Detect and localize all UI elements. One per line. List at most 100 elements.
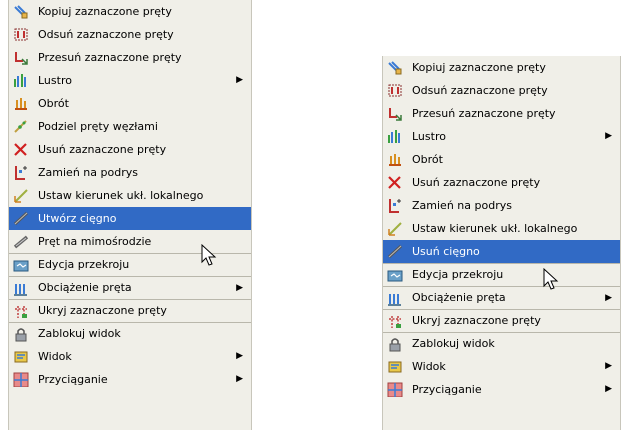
menu-item-zablokuj-widok[interactable]: Zablokuj widok xyxy=(9,322,251,345)
menu-item-lustro[interactable]: Lustro ▶ xyxy=(383,125,620,148)
local-axis-icon xyxy=(13,188,29,203)
submenu-arrow-icon: ▶ xyxy=(236,374,243,384)
divide-bars-icon xyxy=(13,119,29,134)
menu-item-obciążenie-pręta[interactable]: Obciążenie pręta ▶ xyxy=(383,286,620,309)
menu-item-ukryj-zaznaczone-pręty[interactable]: Ukryj zaznaczone pręty xyxy=(9,299,251,322)
snap-icon xyxy=(13,372,29,387)
menu-item-usuń-zaznaczone-pręty[interactable]: Usuń zaznaczone pręty xyxy=(383,171,620,194)
snap-icon xyxy=(387,382,403,397)
delete-bars-icon xyxy=(13,142,29,157)
menu-item-usuń-cięgno[interactable]: Usuń cięgno xyxy=(383,240,620,263)
section-edit-icon xyxy=(13,258,29,273)
menu-item-przyciąganie[interactable]: Przyciąganie ▶ xyxy=(9,368,251,391)
menu-item-label: Podziel pręty węzłami xyxy=(38,120,158,133)
menu-item-label: Zamień na podrys xyxy=(38,166,138,179)
offset-bars-icon xyxy=(13,27,29,42)
move-bars-icon xyxy=(387,106,403,121)
copy-bars-icon xyxy=(387,60,403,75)
menu-item-label: Pręt na mimośrodzie xyxy=(38,235,152,248)
convert-underlay-icon xyxy=(13,165,29,180)
menu-item-label: Zamień na podrys xyxy=(412,199,512,212)
menu-item-label: Przyciąganie xyxy=(38,373,108,386)
menu-item-label: Ukryj zaznaczone pręty xyxy=(38,304,167,317)
menu-item-widok[interactable]: Widok ▶ xyxy=(9,345,251,368)
menu-item-ustaw-kierunek-ukł-lokalnego[interactable]: Ustaw kierunek ukł. lokalnego xyxy=(383,217,620,240)
menu-item-label: Widok xyxy=(38,350,72,363)
submenu-arrow-icon: ▶ xyxy=(605,384,612,394)
menu-item-przesuń-zaznaczone-pręty[interactable]: Przesuń zaznaczone pręty xyxy=(9,46,251,69)
submenu-arrow-icon: ▶ xyxy=(236,283,243,293)
section-edit-icon xyxy=(387,268,403,283)
cable-icon xyxy=(387,244,403,259)
menu-item-odsuń-zaznaczone-pręty[interactable]: Odsuń zaznaczone pręty xyxy=(9,23,251,46)
menu-item-label: Zablokuj widok xyxy=(412,337,495,350)
menu-item-podziel-pręty-węzłami[interactable]: Podziel pręty węzłami xyxy=(9,115,251,138)
menu-item-utwórz-cięgno[interactable]: Utwórz cięgno xyxy=(9,207,251,230)
menu-item-label: Lustro xyxy=(412,130,446,143)
menu-item-label: Usuń zaznaczone pręty xyxy=(412,176,541,189)
menu-item-przyciąganie[interactable]: Przyciąganie ▶ xyxy=(383,378,620,401)
submenu-arrow-icon: ▶ xyxy=(605,293,612,303)
mouse-cursor-icon xyxy=(543,268,561,292)
menu-item-label: Przesuń zaznaczone pręty xyxy=(412,107,556,120)
menu-item-label: Obrót xyxy=(412,153,443,166)
menu-item-label: Odsuń zaznaczone pręty xyxy=(38,28,174,41)
submenu-arrow-icon: ▶ xyxy=(236,75,243,85)
menu-item-obrót[interactable]: Obrót xyxy=(9,92,251,115)
menu-item-kopiuj-zaznaczone-pręty[interactable]: Kopiuj zaznaczone pręty xyxy=(383,56,620,79)
menu-item-label: Widok xyxy=(412,360,446,373)
move-bars-icon xyxy=(13,50,29,65)
menu-item-ustaw-kierunek-ukł-lokalnego[interactable]: Ustaw kierunek ukł. lokalnego xyxy=(9,184,251,207)
lock-icon xyxy=(387,337,403,352)
menu-item-obciążenie-pręta[interactable]: Obciążenie pręta ▶ xyxy=(9,276,251,299)
menu-item-label: Kopiuj zaznaczone pręty xyxy=(38,5,172,18)
rotate-icon xyxy=(387,152,403,167)
submenu-arrow-icon: ▶ xyxy=(605,361,612,371)
menu-item-usuń-zaznaczone-pręty[interactable]: Usuń zaznaczone pręty xyxy=(9,138,251,161)
view-icon xyxy=(13,349,29,364)
menu-item-odsuń-zaznaczone-pręty[interactable]: Odsuń zaznaczone pręty xyxy=(383,79,620,102)
menu-item-widok[interactable]: Widok ▶ xyxy=(383,355,620,378)
eccentric-bar-icon xyxy=(13,234,29,249)
lock-icon xyxy=(13,327,29,342)
menu-item-label: Usuń zaznaczone pręty xyxy=(38,143,167,156)
mouse-cursor-icon xyxy=(201,244,219,268)
bar-load-icon xyxy=(13,281,29,296)
menu-item-label: Obciążenie pręta xyxy=(38,281,132,294)
menu-item-kopiuj-zaznaczone-pręty[interactable]: Kopiuj zaznaczone pręty xyxy=(9,0,251,23)
menu-item-przesuń-zaznaczone-pręty[interactable]: Przesuń zaznaczone pręty xyxy=(383,102,620,125)
menu-item-ukryj-zaznaczone-pręty[interactable]: Ukryj zaznaczone pręty xyxy=(383,309,620,332)
menu-item-label: Obrót xyxy=(38,97,69,110)
menu-item-label: Przesuń zaznaczone pręty xyxy=(38,51,182,64)
convert-underlay-icon xyxy=(387,198,403,213)
menu-item-zablokuj-widok[interactable]: Zablokuj widok xyxy=(383,332,620,355)
menu-item-label: Odsuń zaznaczone pręty xyxy=(412,84,548,97)
view-icon xyxy=(387,359,403,374)
menu-item-lustro[interactable]: Lustro ▶ xyxy=(9,69,251,92)
context-menu-right: Kopiuj zaznaczone pręty Odsuń zaznaczone … xyxy=(382,56,621,430)
cable-icon xyxy=(13,211,29,226)
delete-bars-icon xyxy=(387,175,403,190)
menu-item-label: Zablokuj widok xyxy=(38,327,121,340)
menu-item-label: Obciążenie pręta xyxy=(412,291,506,304)
menu-item-label: Edycja przekroju xyxy=(412,268,504,281)
mirror-icon xyxy=(387,129,403,144)
rotate-icon xyxy=(13,96,29,111)
menu-item-label: Przyciąganie xyxy=(412,383,482,396)
menu-item-zamień-na-podrys[interactable]: Zamień na podrys xyxy=(9,161,251,184)
menu-item-zamień-na-podrys[interactable]: Zamień na podrys xyxy=(383,194,620,217)
hide-bars-icon xyxy=(387,314,403,329)
submenu-arrow-icon: ▶ xyxy=(236,351,243,361)
menu-item-label: Utwórz cięgno xyxy=(38,212,117,225)
hide-bars-icon xyxy=(13,304,29,319)
menu-item-label: Ustaw kierunek ukł. lokalnego xyxy=(38,189,204,202)
menu-item-label: Ustaw kierunek ukł. lokalnego xyxy=(412,222,578,235)
copy-bars-icon xyxy=(13,4,29,19)
menu-item-edycja-przekroju[interactable]: Edycja przekroju xyxy=(383,263,620,286)
menu-item-label: Lustro xyxy=(38,74,72,87)
menu-item-obrót[interactable]: Obrót xyxy=(383,148,620,171)
menu-item-label: Usuń cięgno xyxy=(412,245,480,258)
menu-item-label: Ukryj zaznaczone pręty xyxy=(412,314,541,327)
submenu-arrow-icon: ▶ xyxy=(605,131,612,141)
bar-load-icon xyxy=(387,291,403,306)
